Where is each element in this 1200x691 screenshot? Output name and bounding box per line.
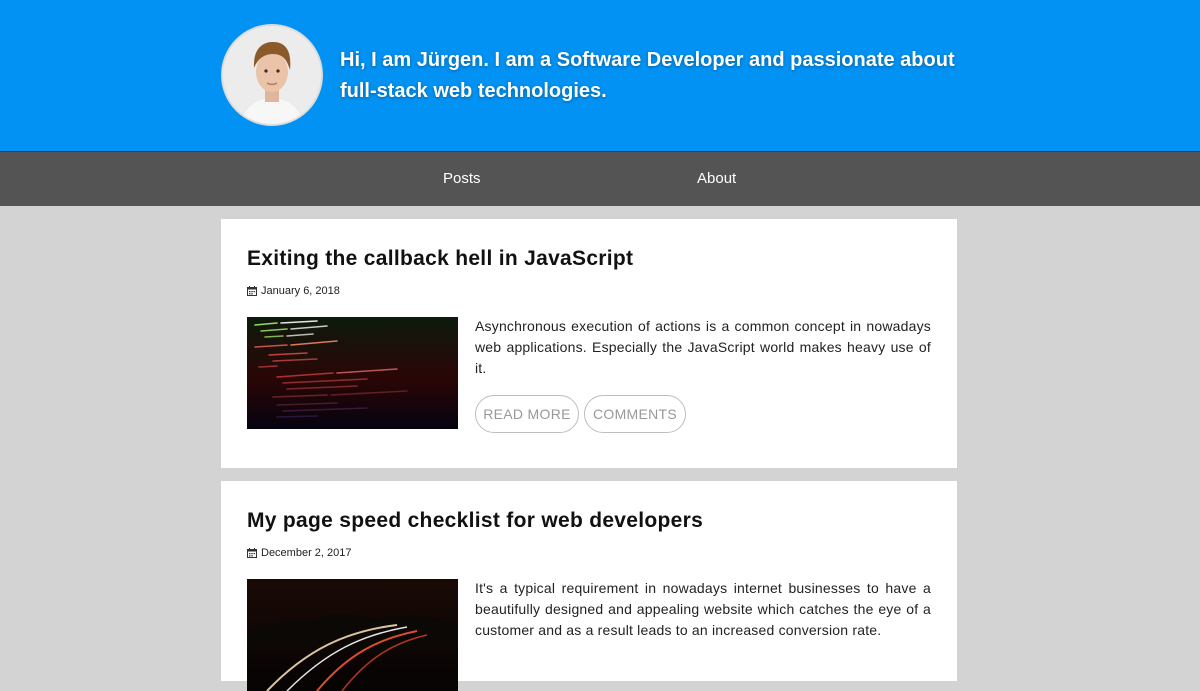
nav-item-posts[interactable]: Posts	[443, 170, 481, 187]
main-nav: Posts About	[0, 151, 1200, 206]
post-thumbnail[interactable]	[247, 317, 458, 429]
post-excerpt: It's a typical requirement in nowadays i…	[475, 580, 931, 638]
comments-button[interactable]: COMMENTS	[584, 395, 686, 433]
post-date-text: December 2, 2017	[261, 547, 352, 559]
post-date: January 6, 2018	[247, 285, 340, 297]
intro-text: Hi, I am Jürgen. I am a Software Develop…	[340, 49, 955, 102]
post-title[interactable]: My page speed checklist for web develope…	[247, 509, 703, 533]
calendar-icon	[247, 548, 257, 558]
post-title[interactable]: Exiting the callback hell in JavaScript	[247, 247, 633, 271]
post-card: My page speed checklist for web develope…	[221, 481, 957, 691]
post-date: December 2, 2017	[247, 547, 352, 559]
nav-item-about[interactable]: About	[697, 170, 736, 187]
post-card: Exiting the callback hell in JavaScript …	[221, 219, 957, 468]
site-header: Hi, I am Jürgen. I am a Software Develop…	[0, 0, 1200, 151]
read-more-button[interactable]: READ MORE	[475, 395, 579, 433]
post-date-text: January 6, 2018	[261, 285, 340, 297]
author-avatar	[221, 24, 323, 126]
post-excerpt: Asynchronous execution of actions is a c…	[475, 318, 931, 376]
post-thumbnail[interactable]	[247, 579, 458, 691]
calendar-icon	[247, 286, 257, 296]
